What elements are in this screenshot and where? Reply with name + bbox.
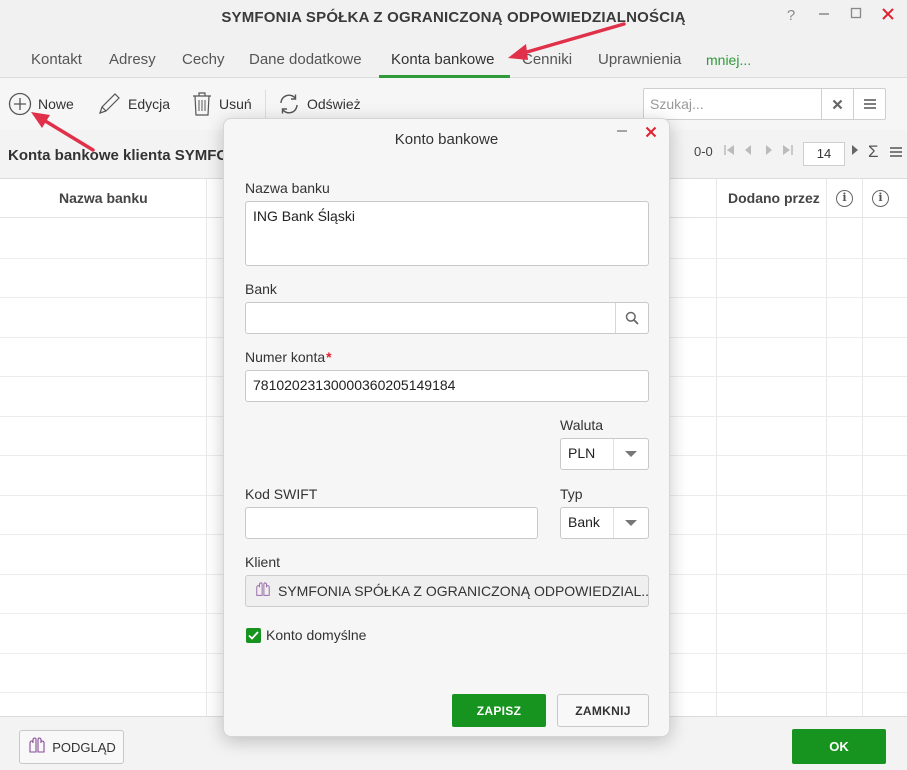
- tab-bar: Kontakt Adresy Cechy Dane dodatkowe Kont…: [0, 36, 907, 78]
- search-input[interactable]: [644, 89, 820, 119]
- prev-page-icon[interactable]: [743, 144, 753, 159]
- dialog-close-button[interactable]: [645, 125, 657, 143]
- tab-cenniki[interactable]: Cenniki: [522, 51, 572, 68]
- account-number-label-text: Numer konta: [245, 349, 326, 365]
- currency-select-value: PLN: [568, 445, 596, 461]
- close-dialog-button[interactable]: ZAMKNIJ: [557, 694, 649, 727]
- bank-name-textarea[interactable]: ING Bank Śląski: [245, 201, 649, 266]
- refresh-button[interactable]: Odśwież: [277, 90, 361, 118]
- first-page-icon[interactable]: [723, 144, 735, 159]
- default-account-label[interactable]: Konto domyślne: [266, 627, 366, 643]
- refresh-icon: [277, 92, 301, 116]
- last-page-icon[interactable]: [782, 144, 794, 159]
- ok-button[interactable]: OK: [792, 729, 886, 764]
- column-divider: [862, 179, 863, 717]
- tab-adresy[interactable]: Adresy: [109, 51, 156, 68]
- bank-lookup-field[interactable]: [245, 302, 649, 334]
- tab-kontakt[interactable]: Kontakt: [31, 51, 82, 68]
- preview-button[interactable]: PODGLĄD: [19, 730, 124, 764]
- required-asterisk: *: [326, 349, 332, 365]
- next-page-icon-disabled[interactable]: [764, 144, 774, 159]
- save-button[interactable]: ZAPISZ: [452, 694, 546, 727]
- chevron-down-icon[interactable]: [613, 508, 648, 538]
- search-options-icon[interactable]: [853, 89, 885, 119]
- edit-button[interactable]: Edycja: [96, 90, 170, 118]
- type-select[interactable]: Bank: [560, 507, 649, 539]
- tab-dane-dodatkowe[interactable]: Dane dodatkowe: [249, 51, 362, 68]
- dialog-title: Konto bankowe: [394, 131, 499, 148]
- chevron-down-icon[interactable]: [613, 439, 648, 469]
- search-icon[interactable]: [615, 303, 648, 333]
- new-button[interactable]: Nowe: [8, 90, 74, 118]
- title-bar: SYMFONIA SPÓŁKA Z OGRANICZONĄ ODPOWIEDZI…: [0, 0, 907, 36]
- currency-select[interactable]: PLN: [560, 438, 649, 470]
- trash-icon: [191, 91, 213, 117]
- hands-icon: [27, 736, 47, 758]
- clear-search-icon[interactable]: [821, 89, 853, 119]
- info-icon[interactable]: i: [836, 190, 853, 207]
- search-box: [643, 88, 886, 120]
- account-number-label: Numer konta*: [245, 349, 332, 365]
- list-title: Konta bankowe klienta SYMFON: [8, 147, 239, 164]
- sum-icon[interactable]: Σ: [868, 142, 879, 162]
- preview-button-label: PODGLĄD: [52, 739, 116, 755]
- column-divider: [716, 179, 717, 717]
- bank-name-label: Nazwa banku: [245, 180, 330, 196]
- help-icon[interactable]: ?: [780, 5, 802, 27]
- info-icon[interactable]: i: [872, 190, 889, 207]
- plus-circle-icon: [8, 92, 32, 116]
- delete-button[interactable]: Usuń: [191, 90, 252, 118]
- pencil-icon: [96, 91, 122, 117]
- type-label: Typ: [560, 486, 583, 502]
- column-header-bank-name[interactable]: Nazwa banku: [59, 190, 148, 206]
- toolbar-divider: [265, 90, 266, 118]
- page-size-input[interactable]: 14: [803, 142, 845, 166]
- minimize-button[interactable]: [813, 5, 835, 27]
- edit-button-label: Edycja: [128, 96, 171, 112]
- page-size-arrow-icon[interactable]: [850, 144, 860, 159]
- client-field: SYMFONIA SPÓŁKA Z OGRANICZONĄ ODPOWIEDZI…: [245, 575, 649, 607]
- tab-konta-bankowe[interactable]: Konta bankowe: [391, 51, 494, 68]
- pager-range: 0-0: [694, 144, 713, 159]
- checkmark-icon: [248, 631, 259, 640]
- client-value: SYMFONIA SPÓŁKA Z OGRANICZONĄ ODPOWIEDZI…: [278, 583, 649, 599]
- swift-input[interactable]: [245, 507, 538, 539]
- delete-button-label: Usuń: [219, 96, 252, 112]
- dialog-minimize-button[interactable]: [615, 123, 629, 142]
- new-button-label: Nowe: [38, 96, 74, 112]
- maximize-button[interactable]: [845, 5, 867, 27]
- column-divider: [826, 179, 827, 717]
- hands-icon: [254, 581, 272, 601]
- swift-label: Kod SWIFT: [245, 486, 318, 502]
- refresh-button-label: Odśwież: [307, 96, 361, 112]
- column-divider: [206, 179, 207, 717]
- type-select-value: Bank: [568, 514, 600, 530]
- close-window-button[interactable]: [877, 5, 899, 27]
- tab-uprawnienia[interactable]: Uprawnienia: [598, 51, 681, 68]
- tabs-less-link[interactable]: mniej...: [706, 52, 751, 68]
- client-label: Klient: [245, 554, 281, 570]
- tab-cechy[interactable]: Cechy: [182, 51, 225, 68]
- bank-account-dialog: Konto bankowe Nazwa banku ING Bank Śląsk…: [223, 118, 670, 737]
- bank-label: Bank: [245, 281, 277, 297]
- account-number-input[interactable]: 78102023130000360205149184: [245, 370, 649, 402]
- columns-menu-icon[interactable]: [889, 145, 903, 161]
- column-header-added-by[interactable]: Dodano przez: [728, 190, 820, 206]
- window-title: SYMFONIA SPÓŁKA Z OGRANICZONĄ ODPOWIEDZI…: [221, 9, 686, 26]
- currency-label: Waluta: [560, 417, 604, 433]
- default-account-checkbox[interactable]: [246, 628, 261, 643]
